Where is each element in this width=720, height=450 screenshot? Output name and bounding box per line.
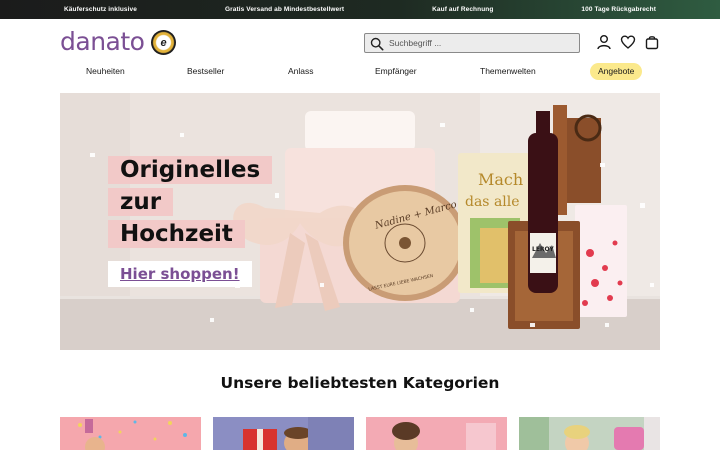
search-icon[interactable] bbox=[370, 37, 384, 51]
hero-banner[interactable]: Nadine + Marco LASST EURE LIEBE WACHSEN … bbox=[60, 93, 660, 350]
main-nav: Neuheiten Bestseller Anlass Empfänger Th… bbox=[0, 62, 720, 82]
category-tile-kids[interactable] bbox=[519, 417, 660, 450]
nav-item-bestseller[interactable]: Bestseller bbox=[187, 66, 224, 76]
nav-item-empfaenger[interactable]: Empfänger bbox=[375, 66, 417, 76]
hero-headline-line3: Hochzeit bbox=[108, 220, 245, 248]
hero-shop-button[interactable]: Hier shoppen! bbox=[108, 261, 252, 287]
promo-item-free-shipping: Gratis Versand ab Mindestbestellwert bbox=[224, 6, 345, 13]
card-text-line1: Mach bbox=[478, 170, 523, 189]
heart-icon[interactable] bbox=[620, 34, 636, 50]
search-bar[interactable] bbox=[364, 33, 580, 53]
promo-bar: Käuferschutz inklusive Gratis Versand ab… bbox=[0, 0, 720, 19]
card-text-line2: das alle bbox=[465, 194, 520, 210]
logo[interactable]: danato bbox=[60, 27, 145, 56]
trust-badge-letter: e bbox=[160, 36, 167, 49]
category-image-woman bbox=[366, 417, 507, 450]
bag-icon[interactable] bbox=[644, 34, 660, 50]
nav-item-neuheiten[interactable]: Neuheiten bbox=[86, 66, 125, 76]
nav-item-angebote[interactable]: Angebote bbox=[590, 63, 643, 80]
user-icon[interactable] bbox=[596, 34, 612, 50]
search-input[interactable] bbox=[389, 38, 569, 48]
bottle-label: LEROY bbox=[532, 246, 554, 253]
category-image-kids bbox=[519, 417, 660, 450]
nav-item-anlass[interactable]: Anlass bbox=[288, 66, 314, 76]
categories-title: Unsere beliebtesten Kategorien bbox=[220, 374, 500, 392]
trusted-shops-badge[interactable]: e bbox=[151, 30, 176, 55]
promo-item-buyer-protection: Käuferschutz inklusive bbox=[63, 6, 137, 13]
category-tile-gift-man[interactable] bbox=[213, 417, 354, 450]
hero-headline-line2: zur bbox=[108, 188, 174, 216]
category-image-party bbox=[60, 417, 201, 450]
category-tile-woman[interactable] bbox=[366, 417, 507, 450]
nav-item-themenwelten[interactable]: Themenwelten bbox=[480, 66, 536, 76]
promo-item-invoice: Kauf auf Rechnung bbox=[432, 6, 494, 13]
category-tile-party[interactable] bbox=[60, 417, 201, 450]
promo-item-return-policy: 100 Tage Rückgabrecht bbox=[581, 6, 656, 13]
hero-headline-line1: Originelles bbox=[108, 156, 273, 184]
category-image-gift-man bbox=[213, 417, 354, 450]
